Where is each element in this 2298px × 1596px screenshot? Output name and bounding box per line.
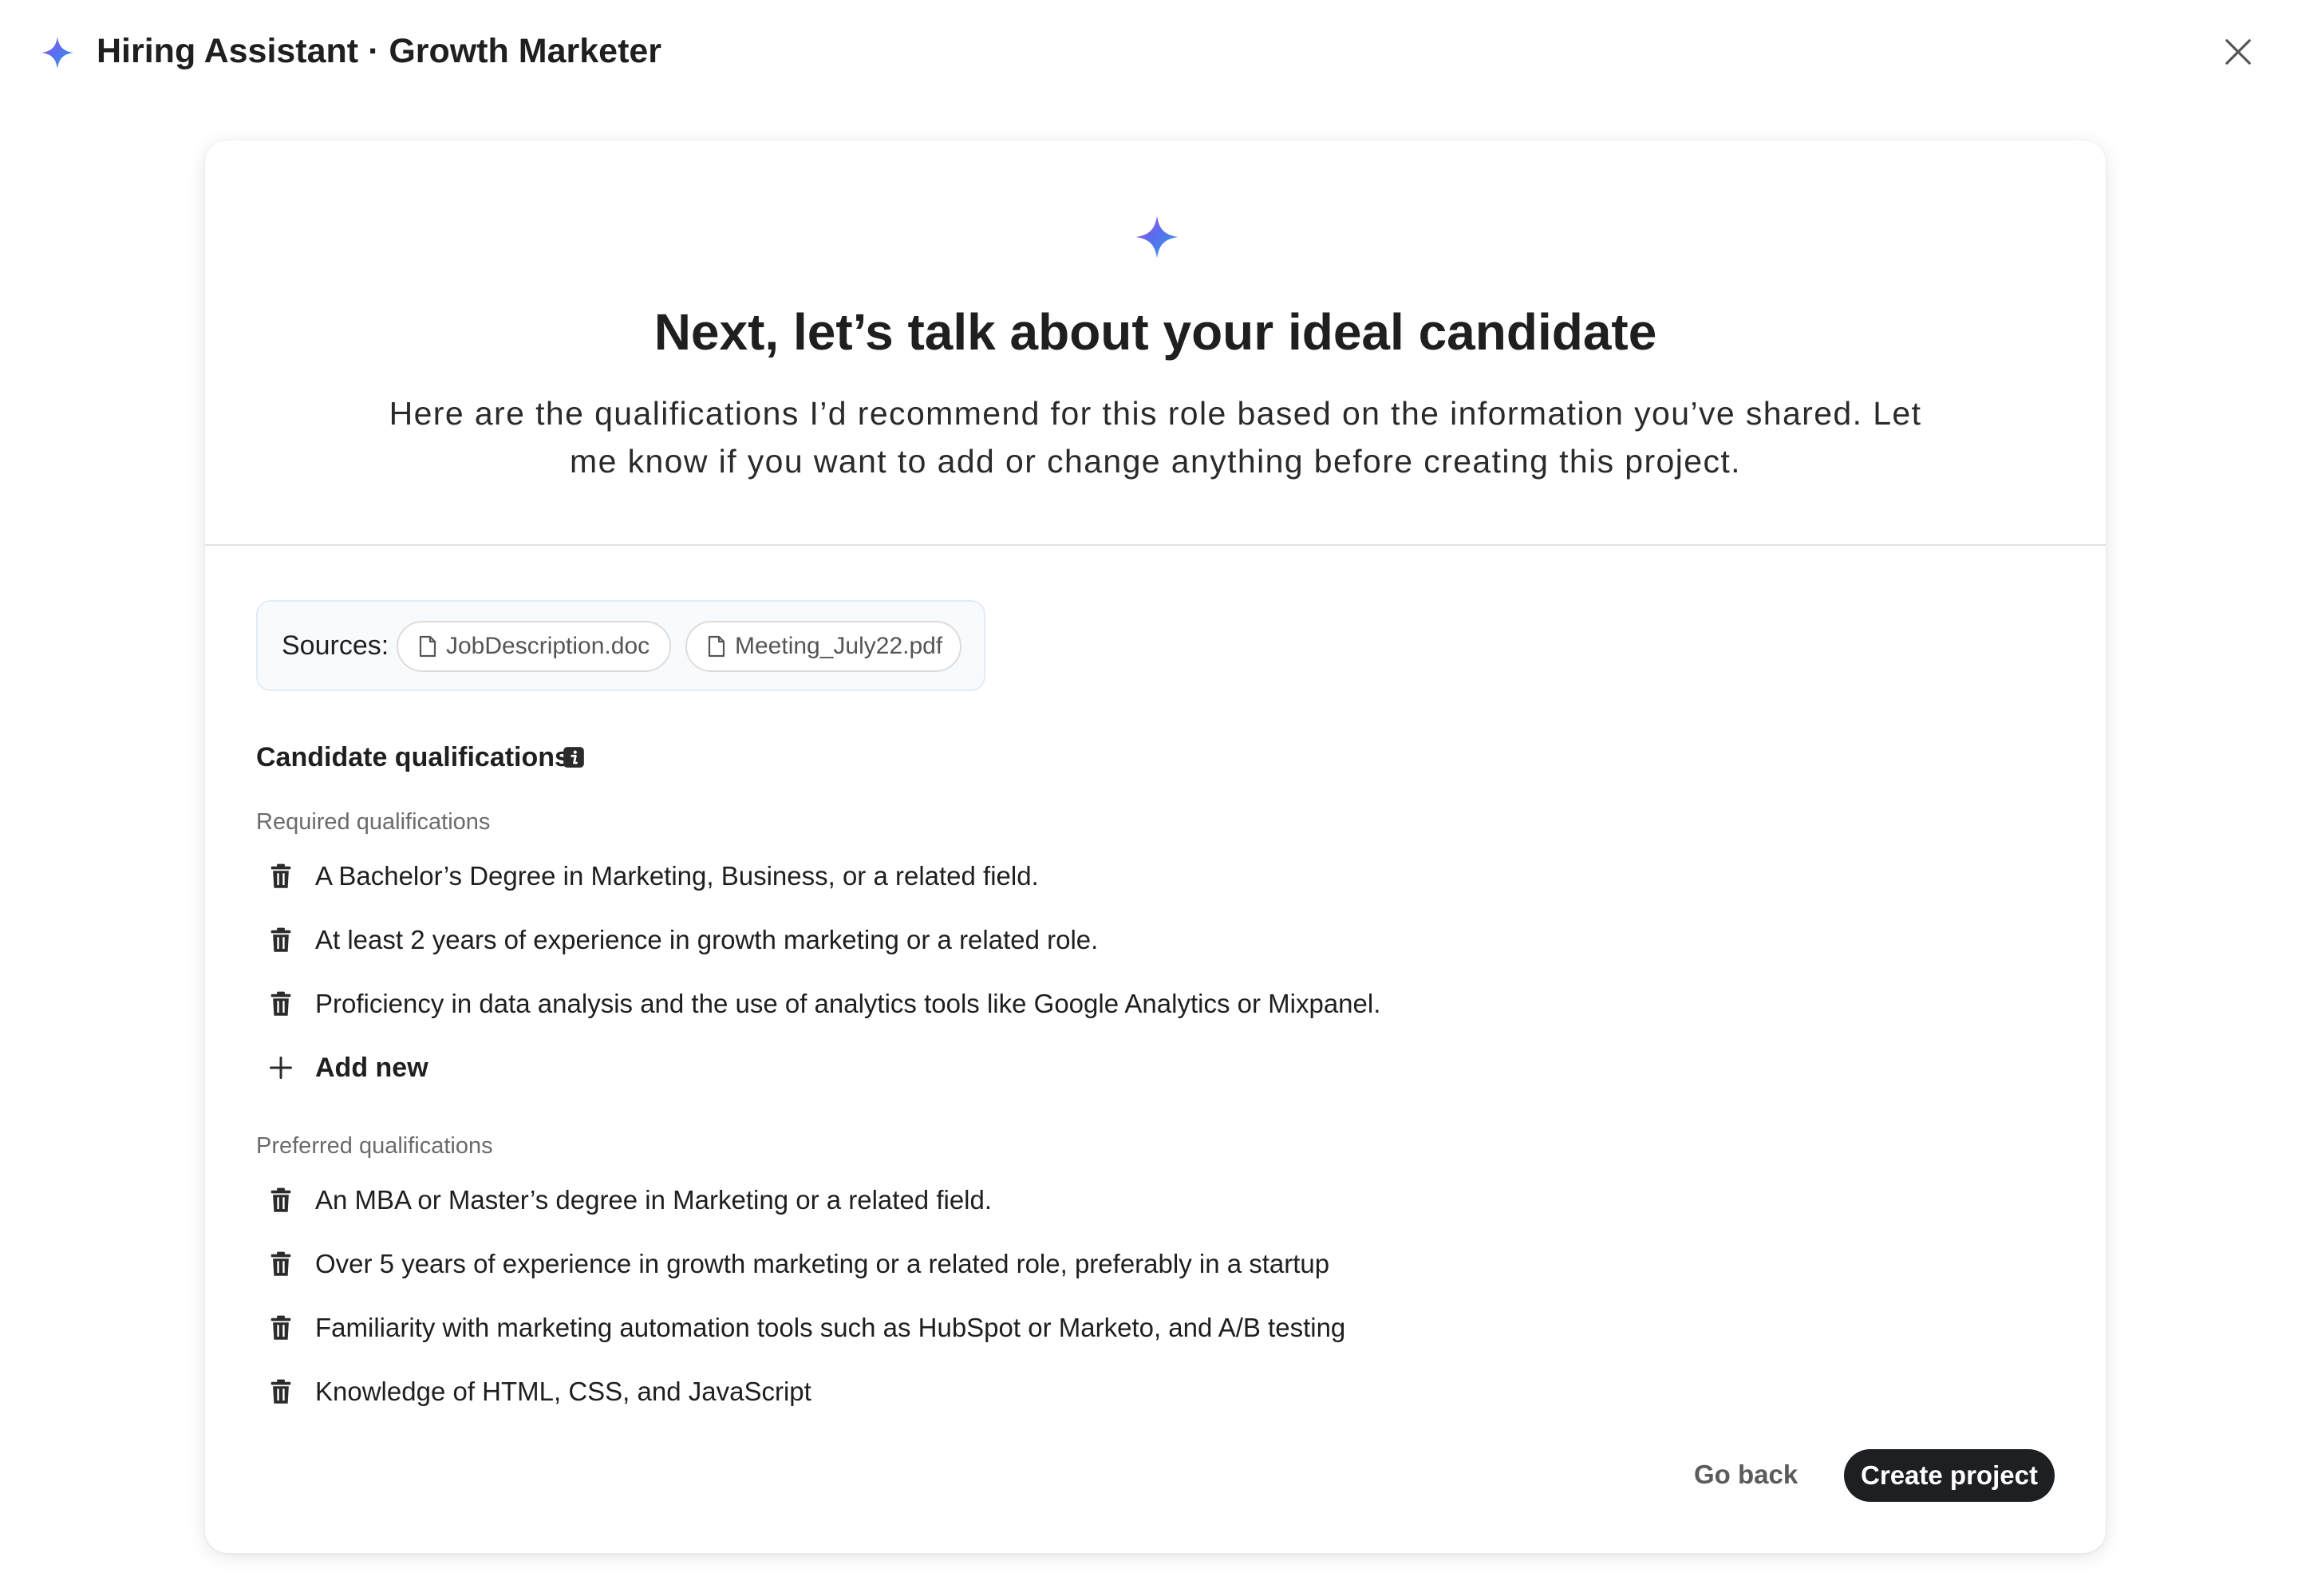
source-file-name: JobDescription.doc xyxy=(446,633,650,659)
qualification-text: A Bachelor’s Degree in Marketing, Busine… xyxy=(315,861,1039,891)
top-bar: Hiring Assistant · Growth Marketer xyxy=(0,0,2298,104)
list-item: Proficiency in data analysis and the use… xyxy=(269,980,1380,1028)
intro-text: Here are the qualifications I’d recommen… xyxy=(389,395,1922,480)
qualification-text: An MBA or Master’s degree in Marketing o… xyxy=(315,1185,993,1215)
sources-label: Sources: xyxy=(282,630,389,661)
candidate-card: Next, let’s talk about your ideal candid… xyxy=(205,140,2106,1553)
list-item: Over 5 years of experience in growth mar… xyxy=(269,1240,1329,1288)
qualification-text: Familiarity with marketing automation to… xyxy=(315,1313,1346,1342)
file-icon xyxy=(419,635,436,658)
divider xyxy=(205,544,2106,546)
info-icon[interactable] xyxy=(563,746,585,768)
add-new-button[interactable]: Add new xyxy=(269,1044,428,1092)
sources-box: Sources: JobDescription.doc Meeting_July… xyxy=(256,600,985,691)
source-chip-jobdescription[interactable]: JobDescription.doc xyxy=(397,621,671,672)
qualifications-title: Candidate qualifications xyxy=(256,742,570,772)
list-item: Familiarity with marketing automation to… xyxy=(269,1304,1345,1352)
trash-icon[interactable] xyxy=(269,1315,293,1341)
close-icon xyxy=(2225,39,2251,65)
sparkle-icon xyxy=(41,36,74,69)
list-item: Knowledge of HTML, CSS, and JavaScript xyxy=(269,1368,811,1416)
trash-icon[interactable] xyxy=(269,1379,293,1404)
trash-icon[interactable] xyxy=(269,927,293,953)
sparkle-icon xyxy=(1135,215,1179,259)
list-item: An MBA or Master’s degree in Marketing o… xyxy=(269,1176,992,1224)
list-item: A Bachelor’s Degree in Marketing, Busine… xyxy=(269,852,1039,900)
trash-icon[interactable] xyxy=(269,991,293,1017)
qualification-text: At least 2 years of experience in growth… xyxy=(315,925,1099,954)
list-item: At least 2 years of experience in growth… xyxy=(269,916,1098,964)
file-icon xyxy=(708,635,725,658)
trash-icon[interactable] xyxy=(269,1251,293,1277)
go-back-button[interactable]: Go back xyxy=(1694,1449,1798,1500)
qualification-text: Over 5 years of experience in growth mar… xyxy=(315,1249,1330,1278)
source-chip-meeting[interactable]: Meeting_July22.pdf xyxy=(685,621,961,672)
app-title: Hiring Assistant · Growth Marketer xyxy=(97,32,662,70)
source-file-name: Meeting_July22.pdf xyxy=(735,633,943,659)
trash-icon[interactable] xyxy=(269,863,293,889)
create-project-button[interactable]: Create project xyxy=(1844,1449,2055,1502)
required-qualifications-label: Required qualifications xyxy=(256,809,491,835)
trash-icon[interactable] xyxy=(269,1187,293,1213)
preferred-qualifications-label: Preferred qualifications xyxy=(256,1133,493,1159)
page-title: Next, let’s talk about your ideal candid… xyxy=(653,303,1657,361)
qualification-text: Proficiency in data analysis and the use… xyxy=(315,989,1381,1018)
plus-icon xyxy=(270,1057,292,1079)
qualification-text: Knowledge of HTML, CSS, and JavaScript xyxy=(315,1377,811,1406)
add-new-label: Add new xyxy=(315,1052,428,1083)
close-button[interactable] xyxy=(2218,32,2258,72)
